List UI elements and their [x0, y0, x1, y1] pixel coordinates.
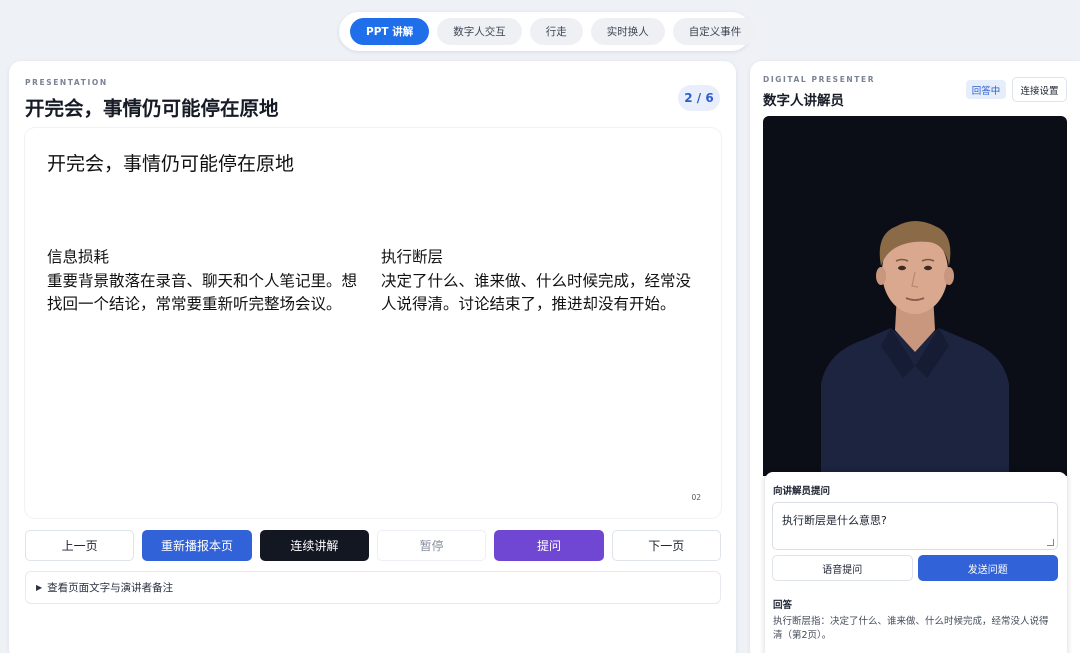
presenter-eyebrow: DIGITAL PRESENTER — [763, 75, 876, 84]
presenter-avatar — [821, 221, 1009, 476]
slide-column-body: 决定了什么、谁来做、什么时候完成，经常没人说得清。讨论结束了，推进却没有开始。 — [381, 271, 692, 314]
presenter-title: 数字人讲解员 — [763, 93, 844, 109]
next-page-button[interactable]: 下一页 — [611, 530, 721, 561]
tab-walking[interactable]: 行走 — [529, 18, 583, 45]
ask-presenter-card: 向讲解员提问 执行断层是什么意思? 语音提问 发送问题 回答 执行断层指：决定了… — [765, 472, 1067, 653]
slide-title: 开完会，事情仍可能停在原地 — [47, 153, 295, 175]
slide-column-heading: 执行断层 — [381, 248, 444, 266]
tab-realtime-swap[interactable]: 实时换人 — [590, 18, 665, 45]
ask-question-button[interactable]: 提问 — [494, 530, 604, 561]
speaker-notes-label: 查看页面文字与演讲者备注 — [47, 582, 174, 594]
tab-digital-human-interaction[interactable]: 数字人交互 — [437, 18, 522, 45]
presentation-controls: 上一页 重新播报本页 连续讲解 暂停 提问 下一页 — [25, 530, 721, 561]
answer-label: 回答 — [773, 600, 793, 611]
speaker-notes-toggle[interactable]: ▶ 查看页面文字与演讲者备注 — [25, 571, 721, 604]
page-counter-badge: 2 / 6 — [678, 85, 720, 111]
presentation-panel: PRESENTATION 开完会，事情仍可能停在原地 2 / 6 开完会，事情仍… — [9, 61, 736, 653]
status-badge: 回答中 — [966, 80, 1006, 99]
slide-column-right: 执行断层 决定了什么、谁来做、什么时候完成，经常没人说得清。讨论结束了，推进却没… — [381, 246, 691, 317]
page-title: 开完会，事情仍可能停在原地 — [25, 97, 279, 120]
pause-button[interactable]: 暂停 — [376, 530, 487, 561]
question-input-value: 执行断层是什么意思? — [782, 514, 887, 527]
slide-column-left: 信息损耗 重要背景散落在录音、聊天和个人笔记里。想找回一个结论，常常要重新听完整… — [47, 246, 357, 317]
answer-text: 执行断层指：决定了什么、谁来做、什么时候完成，经常没人说得清（第2页）。 — [773, 616, 1049, 641]
continuous-presentation-button[interactable]: 连续讲解 — [259, 530, 369, 561]
digital-presenter-panel: DIGITAL PRESENTER 数字人讲解员 回答中 连接设置 向讲解员提问… — [750, 61, 1080, 653]
slide-page-number: 02 — [691, 493, 701, 502]
slide-column-body: 重要背景散落在录音、聊天和个人笔记里。想找回一个结论，常常要重新听完整场会议。 — [47, 271, 358, 314]
prev-page-button[interactable]: 上一页 — [25, 530, 135, 561]
resize-grip-icon[interactable] — [1047, 539, 1054, 546]
presentation-eyebrow: PRESENTATION — [25, 78, 108, 87]
mode-tab-bar: PPT 讲解 数字人交互 行走 实时换人 自定义事件 — [339, 12, 758, 51]
slide-canvas: 开完会，事情仍可能停在原地 信息损耗 重要背景散落在录音、聊天和个人笔记里。想找… — [25, 128, 721, 518]
question-input[interactable]: 执行断层是什么意思? — [772, 502, 1058, 550]
replay-page-button[interactable]: 重新播报本页 — [142, 530, 252, 561]
send-question-button[interactable]: 发送问题 — [917, 555, 1058, 581]
disclosure-triangle-icon: ▶ — [36, 583, 43, 592]
tab-custom-events[interactable]: 自定义事件 — [672, 18, 758, 45]
ask-card-label: 向讲解员提问 — [773, 486, 831, 497]
slide-column-heading: 信息损耗 — [47, 248, 110, 266]
ask-actions: 语音提问 发送问题 — [772, 555, 1058, 581]
connection-settings-button[interactable]: 连接设置 — [1012, 77, 1067, 102]
voice-question-button[interactable]: 语音提问 — [772, 555, 913, 581]
tab-ppt-presentation[interactable]: PPT 讲解 — [350, 18, 430, 45]
presenter-video — [763, 116, 1067, 476]
answer-box: 回答 执行断层指：决定了什么、谁来做、什么时候完成，经常没人说得清（第2页）。 — [772, 587, 1058, 647]
